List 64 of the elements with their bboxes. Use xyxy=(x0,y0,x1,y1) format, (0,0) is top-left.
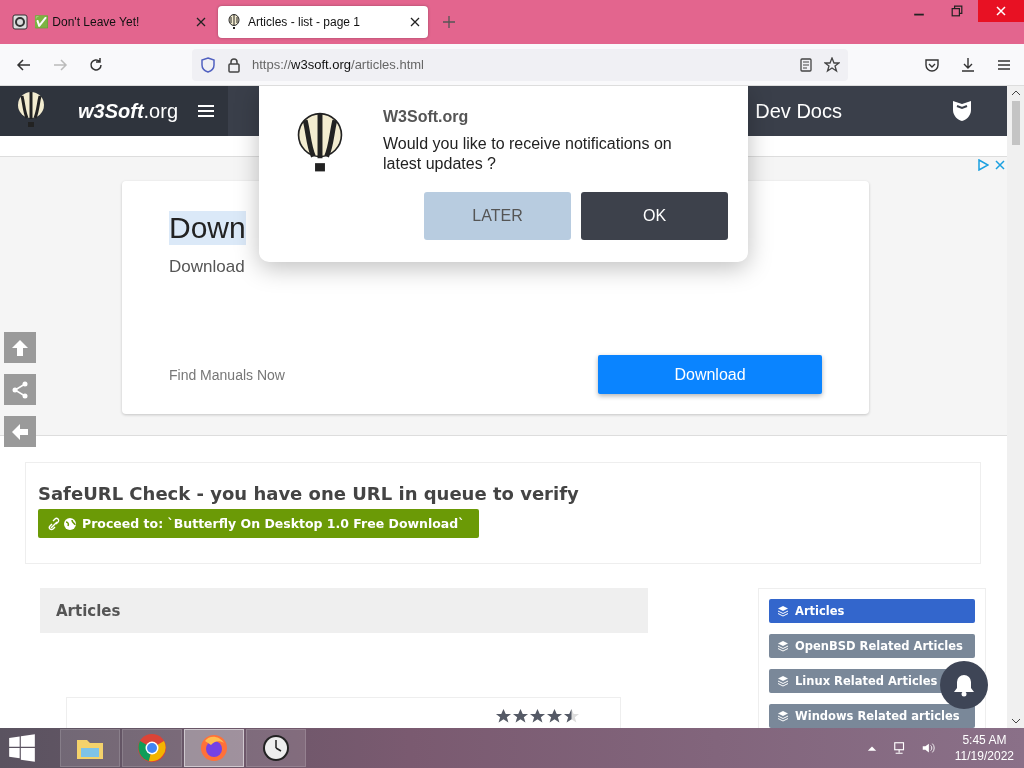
scroll-up-button[interactable] xyxy=(4,332,36,363)
scroll-up-icon[interactable] xyxy=(1010,89,1021,97)
share-icon xyxy=(11,380,29,399)
section-title: Articles xyxy=(56,601,121,620)
clock-time[interactable]: 5:45 AM xyxy=(962,733,1007,747)
back-button[interactable] xyxy=(4,416,36,447)
tab-title: Articles - list - page 1 xyxy=(248,15,362,29)
scrollbar[interactable] xyxy=(1007,86,1024,728)
lock-icon xyxy=(226,56,242,73)
url-text: https://w3soft.org/articles.html xyxy=(252,57,424,72)
ok-button[interactable]: OK xyxy=(581,192,728,240)
reader-view-icon[interactable] xyxy=(798,56,814,73)
balloon-icon xyxy=(226,14,242,30)
menu-icon[interactable] xyxy=(198,104,215,118)
layers-icon xyxy=(777,710,789,722)
layers-icon xyxy=(777,605,789,617)
dialog-message: Would you like to receive notifications on latest updates ? xyxy=(383,134,673,174)
reload-icon[interactable] xyxy=(88,56,104,73)
layers-icon xyxy=(777,640,789,652)
download-button[interactable]: Download xyxy=(598,355,822,394)
ad-heading[interactable]: Down xyxy=(169,211,246,245)
browser-tab[interactable]: Articles - list - page 1 xyxy=(218,6,428,38)
clock-icon xyxy=(261,733,291,763)
share-button[interactable] xyxy=(4,374,36,405)
firefox-icon xyxy=(199,733,229,763)
ad-subheading: Download xyxy=(169,257,245,277)
adchoices-icon[interactable] xyxy=(977,159,989,171)
close-icon[interactable] xyxy=(410,17,420,27)
notification-bell-button[interactable] xyxy=(940,661,988,709)
dialog-title: W3Soft.org xyxy=(383,108,470,126)
address-bar[interactable]: https://w3soft.org/articles.html xyxy=(192,48,848,81)
site-icon xyxy=(12,14,28,30)
shield-icon xyxy=(200,56,216,73)
scrollbar-thumb[interactable] xyxy=(1011,101,1020,145)
layers-icon xyxy=(777,675,789,687)
back-icon[interactable] xyxy=(16,56,32,73)
restore-icon[interactable] xyxy=(951,5,963,17)
sidebar-item[interactable]: Windows Related articles xyxy=(769,704,975,728)
later-button[interactable]: LATER xyxy=(424,192,571,240)
chrome-icon xyxy=(137,733,167,763)
shield-icon[interactable] xyxy=(952,100,972,122)
site-logo-text[interactable]: w3Soft.org xyxy=(78,99,179,123)
nav-link[interactable]: Dev Docs xyxy=(755,99,842,123)
left-arrow-icon xyxy=(11,422,29,441)
pocket-icon[interactable] xyxy=(924,56,940,73)
tab-title: ✅ Don't Leave Yet! xyxy=(34,15,141,29)
download-icon[interactable] xyxy=(960,56,976,73)
sidebar-item[interactable]: OpenBSD Related Articles xyxy=(769,634,975,658)
bell-icon xyxy=(953,673,975,697)
ad-source-text: Find Manuals Now xyxy=(169,366,285,383)
close-icon xyxy=(996,6,1006,16)
proceed-button[interactable]: Proceed to: `Butterfly On Desktop 1.0 Free Download` xyxy=(38,509,479,538)
clock-date[interactable]: 11/19/2022 xyxy=(954,749,1014,763)
browser-tab[interactable]: ✅ Don't Leave Yet! xyxy=(4,6,214,38)
sidebar-item[interactable]: Articles xyxy=(769,599,975,623)
up-arrow-icon xyxy=(11,338,29,357)
link-globe-icon xyxy=(48,516,78,531)
safeurl-title: SafeURL Check - you have one URL in queue to verify xyxy=(38,483,579,504)
scroll-down-icon[interactable] xyxy=(1010,717,1021,725)
taskbar-app[interactable] xyxy=(246,729,306,767)
star-icon[interactable] xyxy=(824,56,840,73)
windows-start-icon[interactable] xyxy=(8,734,36,762)
network-icon[interactable] xyxy=(892,741,907,755)
volume-icon[interactable] xyxy=(920,741,935,755)
